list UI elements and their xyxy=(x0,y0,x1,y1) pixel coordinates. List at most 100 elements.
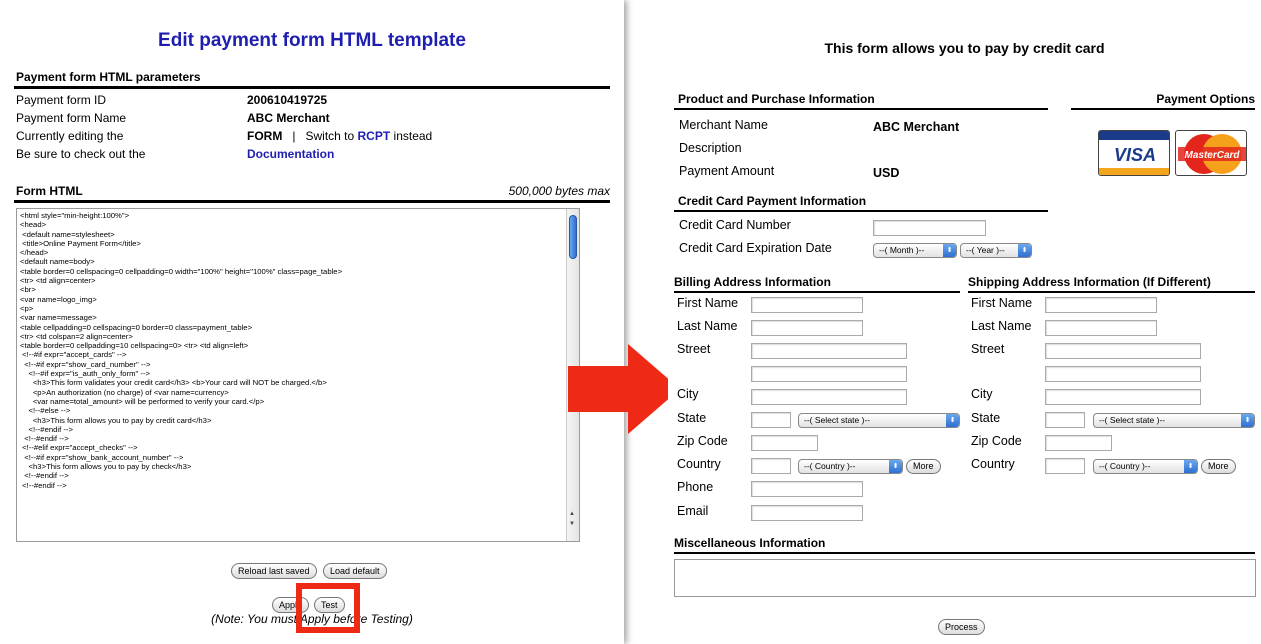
billing-first-name-input[interactable] xyxy=(751,297,863,313)
form-name-label: Payment form Name xyxy=(16,111,127,125)
description-label: Description xyxy=(679,141,742,155)
billing-country-label: Country xyxy=(677,457,721,471)
highlight-box xyxy=(296,583,360,633)
billing-country-input[interactable] xyxy=(751,458,791,474)
misc-section-title: Miscellaneous Information xyxy=(674,536,826,550)
misc-textarea[interactable] xyxy=(674,559,1256,597)
shipping-state-label: State xyxy=(971,411,1001,425)
merchant-name-label: Merchant Name xyxy=(679,118,768,132)
billing-street2-input[interactable] xyxy=(751,366,907,382)
reload-last-saved-button[interactable]: Reload last saved xyxy=(231,563,317,579)
editing-separator: | xyxy=(292,129,296,143)
billing-first-name-label: First Name xyxy=(677,296,739,310)
shipping-country-label: Country xyxy=(971,457,1015,471)
shipping-city-label: City xyxy=(971,387,993,401)
checkout-label: Be sure to check out the xyxy=(16,147,146,161)
shipping-street-label: Street xyxy=(971,342,1005,356)
form-name-value: ABC Merchant xyxy=(247,111,330,125)
billing-city-input[interactable] xyxy=(751,389,907,405)
section-divider xyxy=(968,291,1255,293)
shipping-last-name-label: Last Name xyxy=(971,319,1032,333)
mastercard-text: MasterCard xyxy=(1184,150,1240,161)
product-section-title: Product and Purchase Information xyxy=(678,92,875,106)
mastercard-logo: MasterCard xyxy=(1175,130,1247,176)
shipping-country-select[interactable]: --( Country )-- ⬍ xyxy=(1093,459,1198,474)
billing-street-input[interactable] xyxy=(751,343,907,359)
billing-email-label: Email xyxy=(677,504,709,518)
billing-state-label: State xyxy=(677,411,707,425)
select-caret-icon: ⬍ xyxy=(1184,460,1197,473)
payment-amount-label: Payment Amount xyxy=(679,164,775,178)
visa-logo: VISA xyxy=(1098,130,1170,176)
select-caret-icon: ⬍ xyxy=(1241,414,1254,427)
visa-text: VISA xyxy=(1114,145,1156,165)
billing-email-input[interactable] xyxy=(751,505,863,521)
billing-last-name-label: Last Name xyxy=(677,319,738,333)
billing-city-label: City xyxy=(677,387,699,401)
payment-form-preview: This form allows you to pay by credit ca… xyxy=(668,0,1261,644)
billing-country-select[interactable]: --( Country )-- ⬍ xyxy=(798,459,903,474)
shipping-section-title: Shipping Address Information (If Differe… xyxy=(968,275,1211,289)
scroll-down-icon[interactable]: ▼ xyxy=(569,521,575,527)
billing-phone-label: Phone xyxy=(677,480,714,494)
section-divider xyxy=(674,210,1048,212)
payment-options-title: Payment Options xyxy=(1156,92,1255,106)
template-editor-panel: Edit payment form HTML template Payment … xyxy=(0,0,624,644)
shipping-street2-input[interactable] xyxy=(1045,366,1201,382)
form-id-label: Payment form ID xyxy=(16,93,107,107)
process-button[interactable]: Process xyxy=(938,619,985,635)
cc-expiration-label: Credit Card Expiration Date xyxy=(679,241,832,255)
billing-state-select[interactable]: --( Select state )-- ⬍ xyxy=(798,413,960,428)
select-caret-icon: ⬍ xyxy=(1018,244,1031,257)
params-section-title: Payment form HTML parameters xyxy=(16,70,201,84)
billing-last-name-input[interactable] xyxy=(751,320,863,336)
shipping-city-input[interactable] xyxy=(1045,389,1201,405)
shipping-more-button[interactable]: More xyxy=(1201,459,1236,474)
shipping-country-input[interactable] xyxy=(1045,458,1085,474)
merchant-name-value: ABC Merchant xyxy=(873,120,960,134)
section-divider xyxy=(1071,108,1255,110)
bytes-max-label: 500,000 bytes max xyxy=(508,184,610,198)
section-divider xyxy=(674,552,1255,554)
shipping-first-name-input[interactable] xyxy=(1045,297,1157,313)
switch-rcpt-link[interactable]: RCPT xyxy=(358,129,391,143)
select-caret-icon: ⬍ xyxy=(889,460,902,473)
scrollbar-thumb[interactable] xyxy=(569,215,577,259)
scroll-up-icon[interactable]: ▲ xyxy=(569,511,575,517)
billing-state-input[interactable] xyxy=(751,412,791,428)
load-default-button[interactable]: Load default xyxy=(323,563,387,579)
shipping-zip-input[interactable] xyxy=(1045,435,1112,451)
shipping-last-name-input[interactable] xyxy=(1045,320,1157,336)
form-html-code: <html style="min-height:100%"> <head> <d… xyxy=(20,211,343,490)
cc-number-input[interactable] xyxy=(873,220,986,236)
billing-zip-label: Zip Code xyxy=(677,434,728,448)
cc-number-label: Credit Card Number xyxy=(679,218,791,232)
billing-more-button[interactable]: More xyxy=(906,459,941,474)
editing-value: FORM xyxy=(247,129,283,143)
exp-year-select[interactable]: --( Year )-- ⬍ xyxy=(960,243,1032,258)
form-html-textarea[interactable]: <html style="min-height:100%"> <head> <d… xyxy=(16,208,580,542)
billing-phone-input[interactable] xyxy=(751,481,863,497)
form-title: This form allows you to pay by credit ca… xyxy=(824,40,1105,56)
arrow-right-icon xyxy=(568,344,680,434)
billing-zip-input[interactable] xyxy=(751,435,818,451)
documentation-link[interactable]: Documentation xyxy=(247,147,334,161)
shipping-zip-label: Zip Code xyxy=(971,434,1022,448)
billing-section-title: Billing Address Information xyxy=(674,275,831,289)
form-id-value: 200610419725 xyxy=(247,93,328,107)
payment-amount-currency: USD xyxy=(873,166,900,180)
exp-month-select[interactable]: --( Month )-- ⬍ xyxy=(873,243,957,258)
editing-label: Currently editing the xyxy=(16,129,124,143)
shipping-state-select[interactable]: --( Select state )-- ⬍ xyxy=(1093,413,1255,428)
form-html-title: Form HTML xyxy=(16,184,83,198)
section-divider xyxy=(674,291,960,293)
shipping-street-input[interactable] xyxy=(1045,343,1201,359)
switch-suffix: instead xyxy=(393,129,433,143)
shipping-first-name-label: First Name xyxy=(971,296,1033,310)
switch-prefix: Switch to xyxy=(305,129,355,143)
credit-card-section-title: Credit Card Payment Information xyxy=(678,194,867,208)
section-divider xyxy=(14,86,610,89)
shipping-state-input[interactable] xyxy=(1045,412,1085,428)
section-divider xyxy=(14,200,610,203)
select-caret-icon: ⬍ xyxy=(946,414,959,427)
